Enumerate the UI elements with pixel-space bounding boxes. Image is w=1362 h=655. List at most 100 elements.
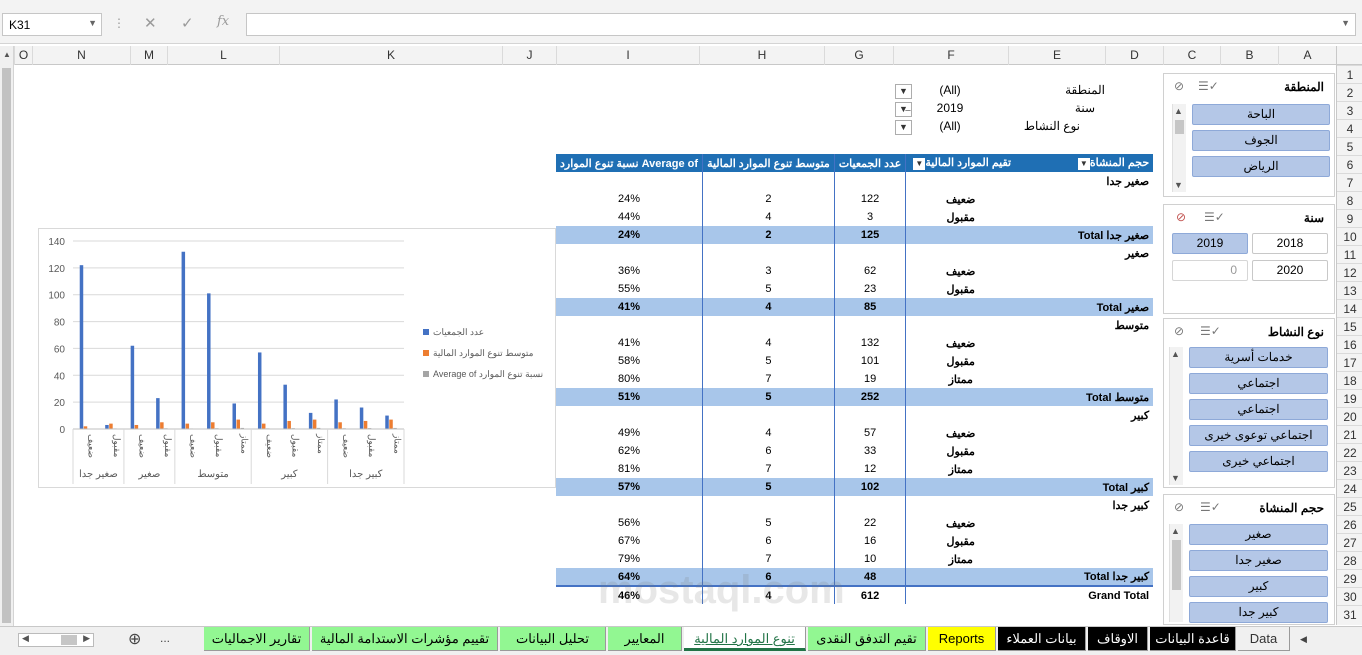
multi-select-icon[interactable]: ☰✓ <box>1204 210 1225 224</box>
tab-scroll-right-icon[interactable]: ◀ <box>1300 634 1307 645</box>
column-header[interactable]: B <box>1220 46 1278 65</box>
multi-select-icon[interactable]: ☰✓ <box>1198 79 1219 93</box>
scroll-left-icon[interactable]: ◀ <box>22 633 29 644</box>
scroll-up-icon[interactable]: ▲ <box>1171 526 1180 536</box>
pivot-cell-a[interactable] <box>1015 424 1153 442</box>
pivot-cell-d[interactable]: 4 <box>702 208 835 226</box>
pivot-data-row[interactable]: مقبول 3 4 44% <box>556 208 1153 226</box>
sheet-tab[interactable]: تقييم مؤشرات الاستدامة المالية <box>312 627 498 651</box>
scroll-down-icon[interactable]: ▼ <box>1174 180 1183 190</box>
column-header[interactable]: H <box>699 46 824 65</box>
sheet-tab[interactable]: تقارير الاجماليات <box>204 627 310 651</box>
pivot-cell-a[interactable]: متوسط Total <box>1015 388 1154 406</box>
pivot-cell-a[interactable]: صغير <box>1015 244 1153 262</box>
slicer-item[interactable]: كبير <box>1189 576 1328 597</box>
pivot-cell-d[interactable]: 5 <box>702 352 835 370</box>
pivot-cell-c[interactable]: 33 <box>833 442 907 460</box>
chevron-down-icon[interactable]: ▼ <box>88 18 97 28</box>
slicer-item[interactable]: صغير جدا <box>1189 550 1328 571</box>
column-header[interactable]: J <box>502 46 556 65</box>
pivot-cell-d[interactable]: 2 <box>702 190 835 208</box>
column-header[interactable]: E <box>1008 46 1105 65</box>
select-all-corner[interactable] <box>1336 46 1362 65</box>
pivot-cell-c[interactable]: 132 <box>833 334 907 352</box>
pivot-cell-a[interactable] <box>1015 550 1153 568</box>
sheet-tab[interactable]: قاعدة البيانات <box>1150 627 1236 651</box>
pivot-cell-e[interactable]: 41% <box>556 298 703 316</box>
name-box[interactable]: K31 ▼ <box>2 13 102 36</box>
slicer-item[interactable]: صغير <box>1189 524 1328 545</box>
pivot-header-rating[interactable]: تقيم الموارد المالية▼ <box>905 154 1016 172</box>
pivot-cell-b[interactable]: ضعيف <box>906 514 1015 532</box>
pivot-cell-a[interactable] <box>1015 262 1153 280</box>
slicer-item[interactable]: الجوف <box>1192 130 1330 151</box>
pivot-cell-c[interactable] <box>833 244 907 262</box>
sheet-tab[interactable]: Reports <box>928 627 996 651</box>
slicer-region[interactable]: المنطقة ☰✓ ⊘ الباحة الجوف الرياض ▲ ▼ <box>1163 73 1335 197</box>
pivot-subtotal-row[interactable]: صغير Total 85 4 41% <box>556 298 1154 316</box>
pivot-cell-c[interactable] <box>833 172 907 190</box>
pivot-cell-d[interactable] <box>702 244 835 262</box>
row-header[interactable]: 13 <box>1337 281 1362 299</box>
pivot-cell-e[interactable] <box>556 316 703 334</box>
pivot-data-row[interactable]: ضعيف 122 2 24% <box>556 190 1153 208</box>
row-header[interactable]: 1 <box>1337 65 1362 83</box>
pivot-cell-d[interactable]: 5 <box>702 280 835 298</box>
sheet-tab[interactable]: المعايير <box>608 627 682 651</box>
pivot-data-row[interactable]: مقبول 16 6 67% <box>556 532 1153 550</box>
row-header[interactable]: 29 <box>1337 569 1362 587</box>
insert-function-icon[interactable]: fx <box>217 14 229 29</box>
clear-filter-icon[interactable]: ⊘ <box>1174 500 1184 514</box>
chevron-down-icon[interactable]: ▼ <box>913 157 926 170</box>
pivot-cell-c[interactable]: 101 <box>833 352 907 370</box>
pivot-cell-b[interactable]: مقبول <box>906 532 1015 550</box>
pivot-cell-e[interactable] <box>556 244 703 262</box>
pivot-subtotal-row[interactable]: صغير جدا Total 125 2 24% <box>556 226 1154 244</box>
pivot-cell-a[interactable] <box>1015 352 1153 370</box>
pivot-cell-d[interactable]: 3 <box>702 262 835 280</box>
pivot-cell-a[interactable] <box>1015 514 1153 532</box>
pivot-cell-e[interactable]: 56% <box>556 514 703 532</box>
pivot-cell-e[interactable]: 67% <box>556 532 703 550</box>
pivot-cell-c[interactable]: 612 <box>833 585 907 604</box>
pivot-cell-e[interactable]: 51% <box>556 388 703 406</box>
pivot-cell-c[interactable]: 12 <box>833 460 907 478</box>
slicer-item[interactable]: 0 <box>1172 260 1248 281</box>
pivot-cell-b[interactable] <box>905 388 1016 406</box>
pivot-cell-c[interactable] <box>833 406 907 424</box>
slicer-year[interactable]: سنة ☰✓ ⊘ 2018 2019 2020 0 <box>1163 204 1335 314</box>
pivot-cell-a[interactable]: متوسط <box>1015 316 1153 334</box>
slicer-scrollbar[interactable]: ▲ <box>1169 524 1183 622</box>
column-header[interactable]: F <box>893 46 1008 65</box>
pivot-cell-b[interactable] <box>906 406 1015 424</box>
pivot-subtotal-row[interactable]: كبير Total 102 5 57% <box>556 478 1154 496</box>
pivot-cell-d[interactable]: 6 <box>702 442 835 460</box>
row-header[interactable]: 27 <box>1337 533 1362 551</box>
pivot-header-size[interactable]: حجم المنشاة▼ <box>1015 154 1154 172</box>
pivot-cell-a[interactable]: صغير جدا Total <box>1015 226 1154 244</box>
enter-icon[interactable]: ✓ <box>181 14 194 32</box>
slicer-item[interactable]: الرياض <box>1192 156 1330 177</box>
slicer-item[interactable]: 2020 <box>1252 260 1328 281</box>
scroll-up-icon[interactable]: ▲ <box>3 50 11 59</box>
slicer-item[interactable]: اجتماعي توعوى خيرى <box>1189 425 1328 446</box>
pivot-data-row[interactable]: ضعيف 132 4 41% <box>556 334 1153 352</box>
pivot-cell-c[interactable] <box>833 316 907 334</box>
row-header[interactable]: 10 <box>1337 227 1362 245</box>
pivot-cell-d[interactable]: 5 <box>702 388 835 406</box>
pivot-cell-b[interactable]: مقبول <box>906 352 1015 370</box>
slicer-size[interactable]: حجم المنشاة ☰✓ ⊘ صغير صغير جدا كبير كبير… <box>1163 494 1335 625</box>
pivot-cell-b[interactable] <box>906 496 1015 514</box>
pivot-data-row[interactable]: ممتاز 12 7 81% <box>556 460 1153 478</box>
row-header[interactable]: 17 <box>1337 353 1362 371</box>
pivot-cell-c[interactable]: 62 <box>833 262 907 280</box>
pivot-cell-e[interactable]: 57% <box>556 478 703 496</box>
pivot-group-row[interactable]: صغير <box>556 244 1153 262</box>
slicer-item[interactable]: اجتماعي <box>1189 373 1328 394</box>
row-header[interactable]: 15 <box>1337 317 1362 335</box>
pivot-cell-a[interactable]: كبير جدا Total <box>1015 568 1154 586</box>
slicer-item[interactable]: اجتماعي خيرى <box>1189 451 1328 472</box>
pivot-cell-a[interactable]: كبير جدا <box>1015 496 1153 514</box>
pivot-cell-e[interactable]: 36% <box>556 262 703 280</box>
sheet-tab[interactable]: بيانات العملاء <box>998 627 1086 651</box>
